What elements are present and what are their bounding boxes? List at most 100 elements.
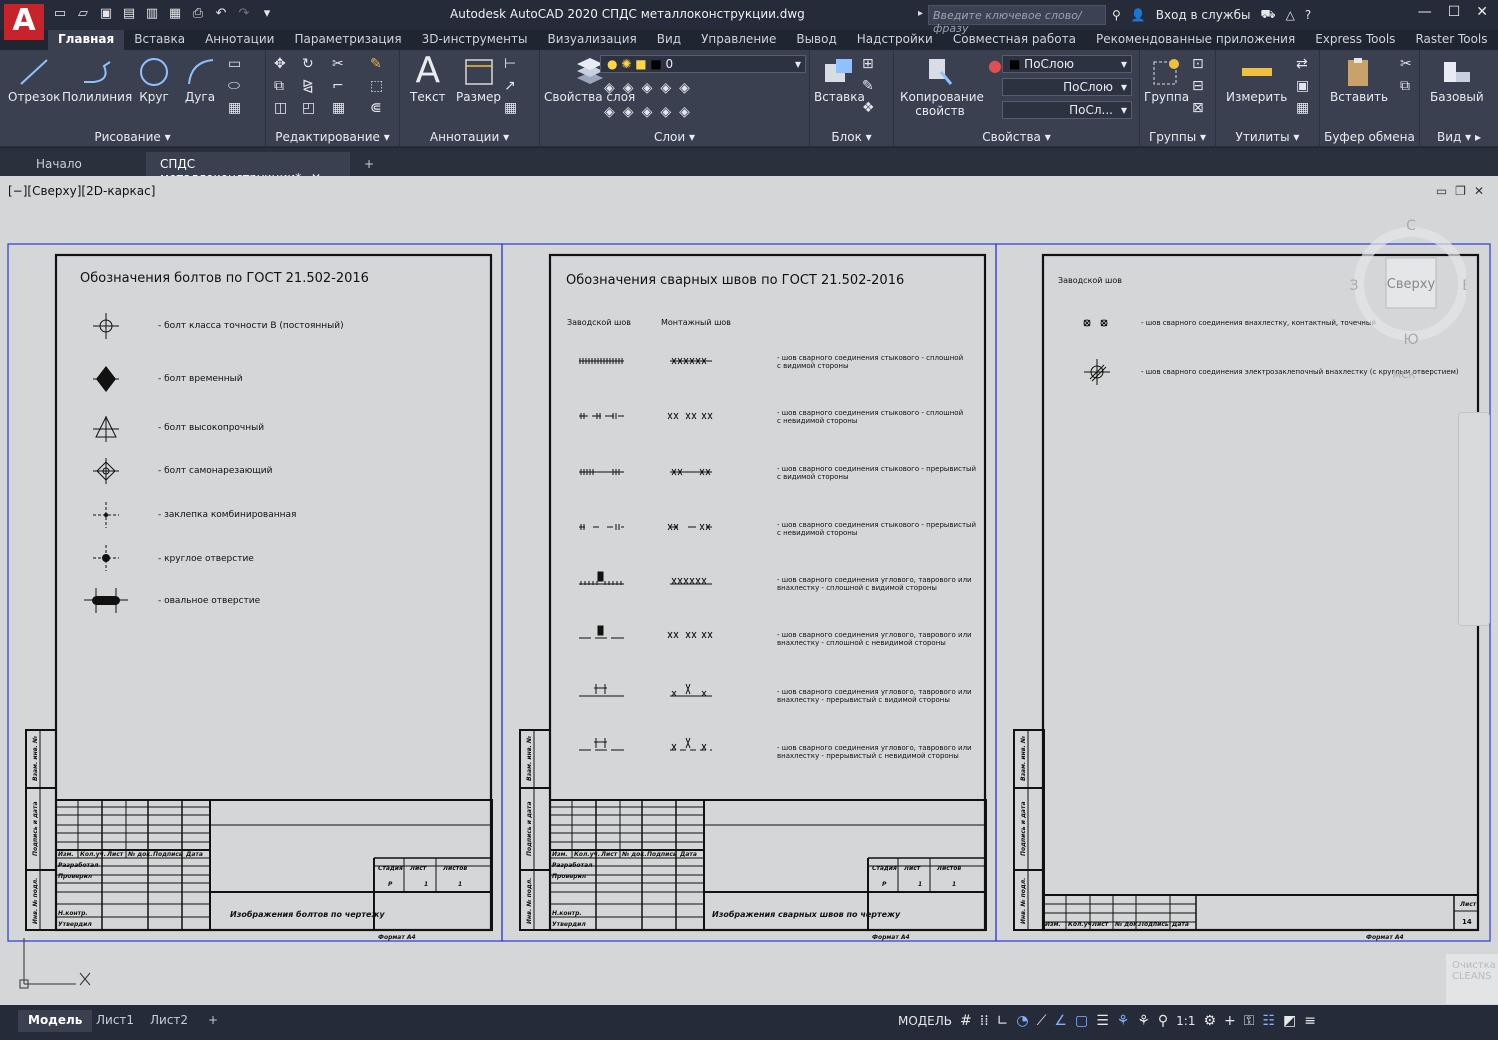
a360-icon[interactable]: △ bbox=[1286, 8, 1295, 22]
clean-screen-overlay[interactable]: Очистка CLEANS bbox=[1446, 954, 1498, 1004]
tab-featured-apps[interactable]: Рекомендованные приложения bbox=[1086, 30, 1305, 50]
minimize-icon[interactable]: — bbox=[1418, 4, 1432, 20]
text-button[interactable]: A Текст bbox=[410, 52, 446, 105]
paste-button[interactable]: Вставить bbox=[1330, 56, 1388, 104]
copy-clip-icon[interactable]: ⧉ bbox=[1400, 78, 1412, 94]
navcube-east[interactable]: В bbox=[1462, 278, 1466, 294]
tab-output[interactable]: Вывод bbox=[786, 30, 846, 50]
panel-title-properties[interactable]: Свойства ▾ bbox=[894, 130, 1139, 144]
user-icon[interactable]: 👤 bbox=[1131, 8, 1146, 22]
match-properties-button[interactable]: Копирование свойств bbox=[900, 56, 984, 118]
linear-dim-icon[interactable]: ⊢ bbox=[504, 56, 517, 72]
navcube-west[interactable]: З bbox=[1350, 278, 1359, 294]
tab-home[interactable]: Главная bbox=[48, 30, 125, 50]
new-file-icon[interactable]: ▭ bbox=[52, 6, 68, 22]
linetype-dropdown[interactable]: ПоСлою ▾ bbox=[1002, 78, 1132, 96]
grid-icon[interactable]: # bbox=[960, 1013, 972, 1029]
navcube-north[interactable]: С bbox=[1406, 218, 1416, 234]
qat-menu-chevron-icon[interactable]: ▾ bbox=[259, 6, 275, 22]
osnap-icon[interactable]: ▢ bbox=[1075, 1013, 1088, 1029]
panel-title-modify[interactable]: Редактирование ▾ bbox=[266, 130, 399, 144]
undo-icon[interactable]: ↶ bbox=[213, 6, 229, 22]
panel-title-view[interactable]: Вид ▾ ▸ bbox=[1420, 130, 1498, 144]
layer-tool-4-icon[interactable]: ◈ bbox=[660, 80, 671, 96]
sign-in-button[interactable]: Вход в службы bbox=[1156, 8, 1251, 22]
tab-insert[interactable]: Вставка bbox=[124, 30, 195, 50]
sheet-2[interactable]: Обозначения сварных швов по ГОСТ 21.502-… bbox=[519, 253, 987, 932]
close-icon[interactable]: ✕ bbox=[1476, 4, 1488, 20]
model-tab[interactable]: Модель bbox=[18, 1010, 93, 1032]
isolate-objects-icon[interactable]: ◩ bbox=[1283, 1013, 1296, 1029]
id-point-icon[interactable]: ▣ bbox=[1296, 78, 1309, 94]
edit-block-icon[interactable]: ✎ bbox=[862, 78, 875, 94]
tab-addins[interactable]: Надстройки bbox=[847, 30, 943, 50]
lineweight-dropdown[interactable]: ПоСл... ▾ bbox=[1002, 101, 1132, 119]
calculator-icon[interactable]: ▦ bbox=[1296, 100, 1309, 116]
layer-tool-8-icon[interactable]: ◈ bbox=[642, 104, 653, 120]
maximize-icon[interactable]: ☐ bbox=[1448, 4, 1461, 20]
tab-raster-tools[interactable]: Raster Tools bbox=[1405, 30, 1497, 50]
hatch-icon[interactable]: ▦ bbox=[228, 100, 241, 116]
navcube-ucs[interactable]: МСК bbox=[1393, 370, 1416, 381]
trim-icon[interactable]: ✂ bbox=[332, 56, 345, 72]
layer-tool-7-icon[interactable]: ◈ bbox=[623, 104, 634, 120]
layer-tool-9-icon[interactable]: ◈ bbox=[660, 104, 671, 120]
block-insert-button[interactable]: Вставка bbox=[814, 56, 865, 104]
layer-tool-10-icon[interactable]: ◈ bbox=[679, 104, 690, 120]
customize-menu-icon[interactable]: ≡ bbox=[1304, 1013, 1316, 1029]
array-icon[interactable]: ▦ bbox=[332, 100, 345, 116]
move-icon[interactable]: ✥ bbox=[274, 56, 287, 72]
tab-view[interactable]: Вид bbox=[647, 30, 691, 50]
explode-icon[interactable]: ⬚ bbox=[370, 78, 383, 94]
scale-icon[interactable]: ◰ bbox=[302, 100, 315, 116]
ortho-icon[interactable]: ∟ bbox=[997, 1013, 1009, 1029]
copy-icon[interactable]: ⧉ bbox=[274, 78, 287, 94]
isodraft-icon[interactable]: ∠ bbox=[1054, 1013, 1067, 1029]
layer-tool-2-icon[interactable]: ◈ bbox=[623, 80, 634, 96]
search-input[interactable]: Введите ключевое слово/фразу bbox=[928, 5, 1106, 35]
layout1-tab[interactable]: Лист1 bbox=[86, 1010, 144, 1032]
cut-icon[interactable]: ✂ bbox=[1400, 56, 1412, 72]
panel-title-layers[interactable]: Слои ▾ bbox=[540, 130, 809, 144]
annotation-scale-icon[interactable]: ⚲ bbox=[1158, 1013, 1168, 1029]
sheet-1[interactable]: Обозначения болтов по ГОСТ 21.502-2016 -… bbox=[25, 253, 493, 932]
group-button[interactable]: Группа bbox=[1144, 56, 1189, 104]
group-select-icon[interactable]: ⊠ bbox=[1192, 100, 1204, 116]
offset-icon[interactable]: ⋐ bbox=[370, 100, 383, 116]
new-tab-button[interactable]: + bbox=[350, 152, 388, 176]
annotation-monitor-icon[interactable]: + bbox=[1224, 1013, 1236, 1029]
snap-icon[interactable]: ⁞⁞ bbox=[980, 1013, 989, 1029]
create-block-icon[interactable]: ⊞ bbox=[862, 56, 875, 72]
table-icon[interactable]: ▦ bbox=[504, 100, 517, 116]
chevron-right-icon[interactable]: ▸ bbox=[918, 8, 923, 19]
arc-button[interactable]: Дуга bbox=[183, 56, 217, 104]
tab-manage[interactable]: Управление bbox=[691, 30, 786, 50]
tab-annotate[interactable]: Аннотации bbox=[195, 30, 284, 50]
layer-tool-3-icon[interactable]: ◈ bbox=[642, 80, 653, 96]
binoculars-icon[interactable]: ⚲ bbox=[1112, 8, 1121, 22]
annotation-visibility-icon[interactable]: ⚘ bbox=[1117, 1013, 1130, 1029]
navcube[interactable]: Сверху С З В Ю МСК bbox=[1346, 212, 1466, 392]
measure-button[interactable]: Измерить bbox=[1226, 56, 1287, 104]
panel-title-block[interactable]: Блок ▾ bbox=[810, 130, 893, 144]
erase-icon[interactable]: ✎ bbox=[370, 56, 383, 72]
plot-icon[interactable]: ⎙ bbox=[190, 6, 206, 22]
model-space-button[interactable]: МОДЕЛЬ bbox=[898, 1014, 952, 1028]
panel-title-draw[interactable]: Рисование ▾ bbox=[0, 130, 265, 144]
leader-icon[interactable]: ↗ bbox=[504, 78, 517, 94]
circle-button[interactable]: Круг bbox=[137, 56, 171, 104]
fillet-icon[interactable]: ⌐ bbox=[332, 78, 345, 94]
osnap-tracking-icon[interactable]: ⟋ bbox=[1037, 1013, 1047, 1029]
line-button[interactable]: Отрезок bbox=[8, 56, 60, 104]
panel-title-annotation[interactable]: Аннотации ▾ bbox=[400, 130, 539, 144]
navigation-bar[interactable] bbox=[1458, 412, 1490, 626]
tab-collaborate[interactable]: Совместная работа bbox=[943, 30, 1086, 50]
rotate-icon[interactable]: ↻ bbox=[302, 56, 315, 72]
ellipse-icon[interactable]: ⬭ bbox=[228, 78, 241, 94]
ungroup-icon[interactable]: ⊡ bbox=[1192, 56, 1204, 72]
tab-3d-tools[interactable]: 3D-инструменты bbox=[412, 30, 538, 50]
units-icon[interactable]: ⚿ bbox=[1244, 1013, 1255, 1029]
color-dropdown[interactable]: ■ ПоСлою ▾ bbox=[1002, 55, 1132, 73]
tab-parametric[interactable]: Параметризация bbox=[284, 30, 411, 50]
color-wheel-icon[interactable]: ● bbox=[988, 56, 1002, 75]
